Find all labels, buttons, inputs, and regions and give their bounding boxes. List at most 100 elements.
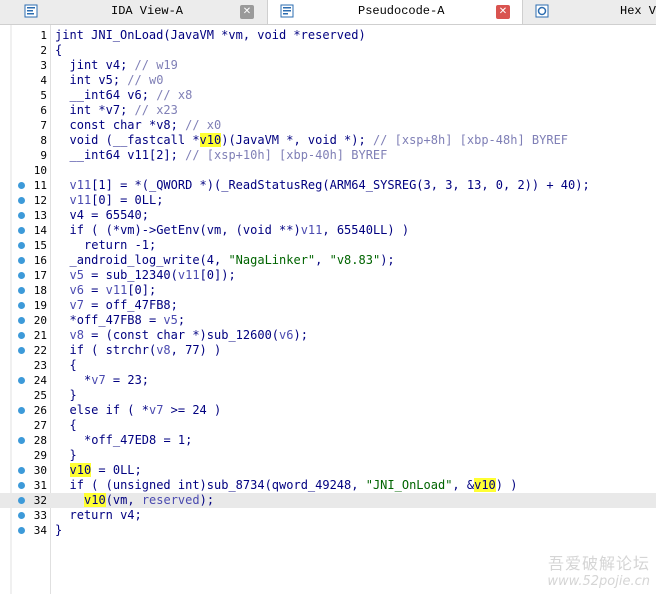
code-line[interactable]: 28 *off_47ED8 = 1; bbox=[0, 433, 656, 448]
code-line[interactable]: 14 if ( (*vm)->GetEnv(vm, (void **)v11, 6… bbox=[0, 223, 656, 238]
code-text: return -1; bbox=[84, 238, 156, 253]
code-text: *off_47ED8 = 1; bbox=[84, 433, 192, 448]
code-token: = (const char *)sub_12600( bbox=[83, 328, 280, 342]
code-text: { bbox=[70, 418, 77, 433]
code-text: v7 = off_47FB8; bbox=[70, 298, 178, 313]
watermark: 吾爱破解论坛 www.52pojie.cn bbox=[547, 550, 650, 589]
code-line[interactable]: 30 v10 = 0LL; bbox=[0, 463, 656, 478]
code-token: if ( strchr( bbox=[69, 343, 157, 357]
close-icon[interactable]: ✕ bbox=[496, 5, 510, 19]
code-token: jint bbox=[55, 28, 92, 42]
code-text: { bbox=[70, 358, 77, 373]
code-line[interactable]: 9 __int64 v11[2]; // [xsp+10h] [xbp-40h] … bbox=[0, 148, 656, 163]
code-line[interactable]: 24 *v7 = 23; bbox=[0, 373, 656, 388]
code-text: v4 = 65540; bbox=[70, 208, 149, 223]
line-number: 34 bbox=[33, 524, 47, 537]
code-token: v11 bbox=[300, 223, 323, 237]
code-token: // x23 bbox=[134, 103, 178, 117]
code-line[interactable]: 16 _android_log_write(4, "NagaLinker", "v… bbox=[0, 253, 656, 268]
code-text: } bbox=[70, 388, 77, 403]
code-line[interactable]: 6 int *v7; // x23 bbox=[0, 103, 656, 118]
code-line[interactable]: 23 { bbox=[0, 358, 656, 373]
code-token: return v4; bbox=[69, 508, 142, 522]
code-line[interactable]: 31 if ( (unsigned int)sub_8734(qword_4924… bbox=[0, 478, 656, 493]
line-number: 7 bbox=[40, 119, 47, 132]
code-line[interactable]: 29} bbox=[0, 448, 656, 463]
code-line[interactable]: 4 int v5; // w0 bbox=[0, 73, 656, 88]
code-token: { bbox=[69, 418, 77, 432]
code-token: = bbox=[83, 283, 106, 297]
code-token: } bbox=[69, 388, 77, 402]
code-line[interactable]: 5 __int64 v6; // x8 bbox=[0, 88, 656, 103]
line-number: 22 bbox=[33, 344, 47, 357]
code-text: if ( strchr(v8, 77) ) bbox=[70, 343, 222, 358]
code-token: >= 24 ) bbox=[163, 403, 222, 417]
line-number: 13 bbox=[33, 209, 47, 222]
code-line[interactable]: 18 v6 = v11[0]; bbox=[0, 283, 656, 298]
code-token: v4 = 65540; bbox=[69, 208, 149, 222]
code-text: jint JNI_OnLoad(JavaVM *vm, void *reserv… bbox=[55, 28, 366, 43]
code-token: *off_47ED8 = 1; bbox=[84, 433, 193, 447]
code-token: )(JavaVM *, void *); bbox=[221, 133, 373, 147]
code-text: v11[0] = 0LL; bbox=[70, 193, 164, 208]
code-line[interactable]: 13 v4 = 65540; bbox=[0, 208, 656, 223]
tab-hex-view[interactable]: Hex Vi bbox=[523, 0, 656, 24]
code-line[interactable]: 2{ bbox=[0, 43, 656, 58]
code-line[interactable]: 12 v11[0] = 0LL; bbox=[0, 193, 656, 208]
code-token: ; bbox=[177, 313, 186, 327]
code-token: // x0 bbox=[185, 118, 222, 132]
code-token: = 23; bbox=[105, 373, 150, 387]
code-line[interactable]: 15 return -1; bbox=[0, 238, 656, 253]
code-line[interactable]: 34} bbox=[0, 523, 656, 538]
code-line[interactable]: 21 v8 = (const char *)sub_12600(v6); bbox=[0, 328, 656, 343]
tab-pseudocode[interactable]: Pseudocode-A ✕ bbox=[268, 0, 523, 24]
code-token: v6 bbox=[279, 328, 294, 342]
line-number: 4 bbox=[40, 74, 47, 87]
line-number: 30 bbox=[33, 464, 47, 477]
code-line[interactable]: 7 const char *v8; // x0 bbox=[0, 118, 656, 133]
code-line[interactable]: 32 v10(vm, reserved); bbox=[0, 493, 656, 508]
tab-ida-view-label: IDA View-A bbox=[111, 4, 184, 18]
code-text: return v4; bbox=[70, 508, 142, 523]
code-token: , 65540LL) ) bbox=[322, 223, 410, 237]
code-line[interactable]: 1 jint JNI_OnLoad(JavaVM *vm, void *reser… bbox=[0, 28, 656, 43]
code-token: // [xsp+8h] [xbp-48h] BYREF bbox=[372, 133, 569, 147]
watermark-url: www.52pojie.cn bbox=[547, 574, 650, 589]
code-token: [0]); bbox=[199, 268, 236, 282]
tab-ida-view[interactable]: IDA View-A ✕ bbox=[0, 0, 268, 24]
code-token: v8 bbox=[69, 328, 84, 342]
code-token: jint v4; bbox=[69, 58, 135, 72]
pseudocode-editor[interactable]: 1 jint JNI_OnLoad(JavaVM *vm, void *reser… bbox=[0, 25, 656, 594]
code-text: jint v4; // w19 bbox=[70, 58, 178, 73]
code-line[interactable]: 19 v7 = off_47FB8; bbox=[0, 298, 656, 313]
code-line[interactable]: 8 void (__fastcall *v10)(JavaVM *, void *… bbox=[0, 133, 656, 148]
code-text: const char *v8; // x0 bbox=[70, 118, 222, 133]
code-line[interactable]: 10 bbox=[0, 163, 656, 178]
code-line[interactable]: 27 { bbox=[0, 418, 656, 433]
code-line[interactable]: 17 v5 = sub_12340(v11[0]); bbox=[0, 268, 656, 283]
close-icon[interactable]: ✕ bbox=[240, 5, 254, 19]
line-number: 5 bbox=[40, 89, 47, 102]
code-line[interactable]: 20 *off_47FB8 = v5; bbox=[0, 313, 656, 328]
code-token: __int64 v11[2]; bbox=[69, 148, 186, 162]
code-line[interactable]: 25} bbox=[0, 388, 656, 403]
code-token: ); bbox=[380, 253, 395, 267]
code-line[interactable]: 26 else if ( *v7 >= 24 ) bbox=[0, 403, 656, 418]
code-text: int *v7; // x23 bbox=[70, 103, 178, 118]
line-number: 25 bbox=[33, 389, 47, 402]
tab-bar: IDA View-A ✕ Pseudocode-A ✕ Hex Vi bbox=[0, 0, 656, 25]
code-line[interactable]: 11 v11[1] = *(_QWORD *)(_ReadStatusReg(AR… bbox=[0, 178, 656, 193]
code-line[interactable]: 33 return v4; bbox=[0, 508, 656, 523]
code-text: if ( (unsigned int)sub_8734(qword_49248,… bbox=[70, 478, 517, 493]
pseudocode-icon bbox=[280, 4, 294, 18]
line-number: 10 bbox=[33, 164, 47, 177]
line-number: 32 bbox=[33, 494, 47, 507]
line-number: 2 bbox=[40, 44, 47, 57]
code-text: v6 = v11[0]; bbox=[70, 283, 157, 298]
code-token: reserved bbox=[141, 493, 200, 507]
code-line[interactable]: 3 jint v4; // w19 bbox=[0, 58, 656, 73]
code-line[interactable]: 22 if ( strchr(v8, 77) ) bbox=[0, 343, 656, 358]
code-token: [1] = *(_QWORD *)(_ReadStatusReg(ARM64_S… bbox=[91, 178, 590, 192]
line-number: 27 bbox=[33, 419, 47, 432]
watermark-title: 吾爱破解论坛 bbox=[547, 554, 650, 573]
